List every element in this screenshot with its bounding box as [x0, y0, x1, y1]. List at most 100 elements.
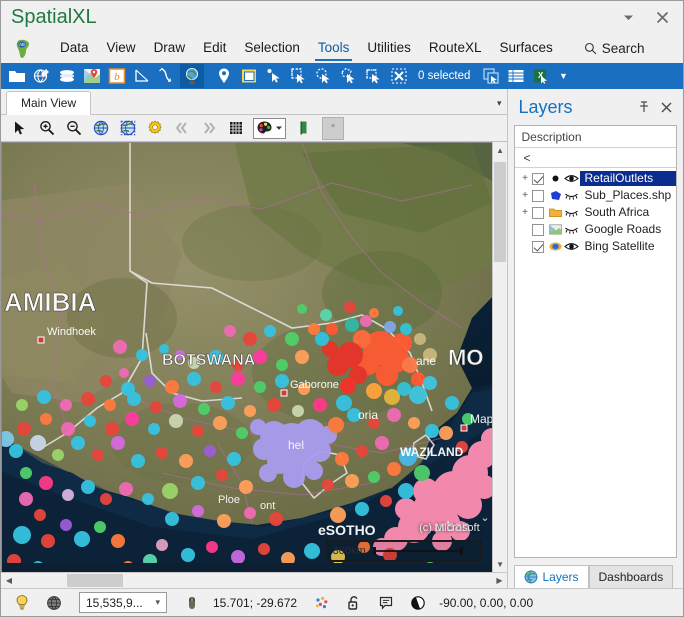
zoom-in-tool[interactable]: [34, 117, 59, 140]
close-button[interactable]: [645, 3, 679, 33]
geocode-globe-button[interactable]: [180, 64, 204, 88]
tab-main-view[interactable]: Main View: [6, 91, 92, 115]
google-maps-pin-icon: [84, 69, 100, 83]
expand-toggle-icon[interactable]: +: [518, 190, 531, 201]
hscroll-track[interactable]: [17, 573, 492, 588]
route-button[interactable]: [155, 64, 179, 88]
select-rect-button[interactable]: [287, 64, 311, 88]
layer-checkbox[interactable]: [532, 240, 545, 253]
menu-item-draw[interactable]: Draw: [145, 37, 195, 60]
menu-item-tools[interactable]: Tools: [309, 37, 359, 61]
layer-checkbox[interactable]: [532, 206, 545, 219]
bing-maps-button[interactable]: b: [105, 64, 129, 88]
layer-name: RetailOutlets: [580, 171, 676, 186]
menu-item-data[interactable]: Data: [51, 37, 98, 60]
zoom-out-tool[interactable]: [61, 117, 86, 140]
zoom-full-extent-tool[interactable]: [88, 117, 113, 140]
select-circle-button[interactable]: [312, 64, 336, 88]
tab-dashboards[interactable]: Dashboards: [588, 565, 674, 588]
export-excel-button[interactable]: X: [529, 64, 553, 88]
raster-tile-symbol-icon: [548, 223, 563, 237]
layer-row-bing-satellite[interactable]: Bing Satellite: [515, 238, 676, 255]
label-button[interactable]: [237, 64, 261, 88]
layers-column-header[interactable]: Description: [515, 126, 676, 148]
clear-selection-button[interactable]: [387, 64, 411, 88]
scroll-left-arrow-icon[interactable]: ◀: [1, 573, 17, 588]
copy-selection-button[interactable]: [479, 64, 503, 88]
layer-checkbox[interactable]: [532, 172, 545, 185]
scale-combo[interactable]: 15,535,9... ▾: [79, 592, 167, 613]
layer-row-south-africa[interactable]: + South Africa: [515, 204, 676, 221]
tab-layers[interactable]: Layers: [514, 565, 589, 588]
chevron-down-icon[interactable]: ▾: [151, 597, 164, 608]
view-extra-button[interactable]: *: [322, 116, 344, 140]
select-freehand-button[interactable]: [362, 64, 386, 88]
expand-toggle-icon[interactable]: +: [518, 173, 531, 184]
bookmark-tool[interactable]: [291, 117, 316, 140]
layer-checkbox[interactable]: [532, 223, 545, 236]
add-point-button[interactable]: [212, 64, 236, 88]
attribute-table-button[interactable]: [504, 64, 528, 88]
layer-row-sub-places[interactable]: + Sub_Places.shp: [515, 187, 676, 204]
visibility-eye-closed-icon[interactable]: [563, 223, 580, 237]
pin-icon[interactable]: [633, 96, 655, 118]
menu-item-selection[interactable]: Selection: [235, 37, 309, 60]
scroll-up-arrow-icon[interactable]: ▲: [492, 142, 508, 158]
pan-select-tool[interactable]: [7, 117, 32, 140]
menu-item-surfaces[interactable]: Surfaces: [490, 37, 561, 60]
map-collapse-chevron-icon[interactable]: ⌄: [480, 511, 489, 524]
vscroll-thumb[interactable]: [493, 162, 507, 262]
grid-tool[interactable]: [223, 117, 248, 140]
previous-view-tool[interactable]: [169, 117, 194, 140]
lock-toggle-button[interactable]: [339, 591, 369, 615]
arrow-point-select-icon: [267, 69, 280, 83]
layer-row-retailoutlets[interactable]: + RetailOutlets: [515, 170, 676, 187]
visibility-eye-icon[interactable]: [563, 240, 580, 254]
zoom-selection-tool[interactable]: [115, 117, 140, 140]
globe-palette-button[interactable]: [30, 64, 54, 88]
open-folder-button[interactable]: [5, 64, 29, 88]
menu-dropdown-button[interactable]: [611, 3, 645, 33]
menu-item-view[interactable]: View: [98, 37, 145, 60]
scroll-right-arrow-icon[interactable]: ▶: [491, 573, 508, 588]
svg-text:Gaborone: Gaborone: [290, 379, 339, 391]
map-horizontal-scrollbar[interactable]: ◀ ▶: [1, 572, 508, 588]
expand-toggle-icon[interactable]: +: [518, 207, 531, 218]
select-polygon-button[interactable]: [337, 64, 361, 88]
google-maps-button[interactable]: [80, 64, 104, 88]
menu-item-routexl[interactable]: RouteXL: [420, 37, 491, 60]
tips-lightbulb-button[interactable]: [7, 591, 37, 615]
layers-stack-button[interactable]: [55, 64, 79, 88]
select-point-button[interactable]: [262, 64, 286, 88]
menu-item-utilities[interactable]: Utilities: [358, 37, 420, 60]
visibility-eye-closed-icon[interactable]: [563, 189, 580, 203]
layer-checkbox[interactable]: [532, 189, 545, 202]
africa-logo-icon[interactable]: AB: [7, 36, 41, 62]
measure-button[interactable]: [130, 64, 154, 88]
snap-mode-button[interactable]: [307, 591, 337, 615]
visibility-eye-icon[interactable]: [563, 172, 580, 186]
note-button[interactable]: [371, 591, 401, 615]
scroll-down-arrow-icon[interactable]: ▼: [492, 556, 508, 572]
visibility-eye-closed-icon[interactable]: [563, 206, 580, 220]
search-button[interactable]: Search: [576, 38, 653, 59]
zoom-in-magnifier-icon: [39, 121, 54, 136]
projection-globe-button[interactable]: [39, 591, 69, 615]
view-settings-tool[interactable]: [142, 117, 167, 140]
svg-text:BOTSWANA: BOTSWANA: [162, 352, 256, 369]
layers-filter-row[interactable]: <: [515, 148, 676, 168]
map-vertical-scrollbar[interactable]: ▲ ▼: [491, 142, 508, 572]
tabstrip-overflow-button[interactable]: ▾: [497, 98, 502, 109]
close-icon[interactable]: [655, 96, 677, 118]
view-toolbar: *: [1, 115, 508, 142]
layer-row-google-roads[interactable]: Google Roads: [515, 221, 676, 238]
toolbar-overflow-button[interactable]: ▼: [554, 71, 572, 81]
menu-item-edit[interactable]: Edit: [194, 37, 235, 60]
next-view-tool[interactable]: [196, 117, 221, 140]
map-canvas[interactable]: AMIBIA BOTSWANA MO SOUTH AFRICA eSOTHO W…: [1, 142, 492, 572]
layers-panel: Layers Description < + RetailOutlets + S…: [507, 89, 683, 588]
hscroll-thumb[interactable]: [67, 574, 123, 587]
layer-name: Bing Satellite: [584, 239, 655, 253]
theme-color-tool[interactable]: [253, 117, 286, 139]
vscroll-track[interactable]: [492, 158, 508, 556]
